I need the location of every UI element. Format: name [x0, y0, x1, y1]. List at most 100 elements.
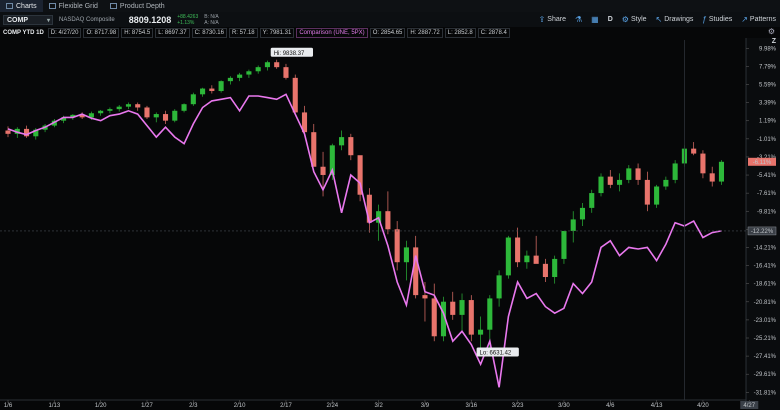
- x-tick-label: 1/6: [4, 403, 13, 409]
- candle-body: [190, 94, 196, 105]
- tab-flexible-grid-label: Flexible Grid: [58, 2, 98, 10]
- change-percent: +1.13%: [177, 19, 195, 26]
- candle-body: [450, 301, 456, 315]
- tab-charts-label: Charts: [16, 2, 37, 10]
- x-tick-label: 4/20: [697, 403, 709, 409]
- timeframe-label: D: [607, 16, 613, 23]
- candle-body: [598, 176, 604, 194]
- share-label: Share: [547, 16, 566, 23]
- candle-body: [413, 247, 419, 296]
- cmp-high: H: 2887.72: [407, 27, 443, 38]
- candle-body: [579, 207, 586, 220]
- info-bar: COMP YTD 1D D: 4/27/20 O: 8717.98 H: 875…: [0, 27, 780, 38]
- x-tick-label: 2/3: [189, 403, 198, 409]
- price-chart[interactable]: 9.98%7.79%5.59%3.39%1.19%-1.01%-3.21%-5.…: [0, 0, 780, 410]
- tab-product-depth[interactable]: Product Depth: [104, 0, 171, 12]
- candle-body: [292, 77, 298, 113]
- candle-body: [125, 104, 132, 107]
- y-tick-label: -7.61%: [757, 191, 777, 197]
- candle-body: [283, 67, 289, 78]
- y-tick-label: -31.81%: [754, 390, 777, 396]
- bar-open: O: 8717.98: [83, 27, 120, 38]
- y-tick-label: -1.01%: [757, 137, 777, 143]
- timeframe-button[interactable]: D: [608, 16, 613, 23]
- x-tick-label: 3/9: [421, 403, 430, 409]
- layout-button[interactable]: ▦: [591, 15, 599, 24]
- y-tick-label: 3.39%: [759, 101, 777, 107]
- candle-body: [394, 229, 400, 263]
- last-price: 8809.1208: [128, 14, 172, 25]
- price-change: +88.4263 +1.13%: [177, 14, 198, 26]
- x-tick-label: 4/13: [651, 403, 663, 409]
- candle-body: [478, 329, 484, 335]
- y-tick-label: -18.61%: [754, 282, 777, 288]
- candle-body: [422, 295, 428, 299]
- x-tick-label: 1/27: [141, 403, 153, 409]
- candle-body: [227, 77, 233, 82]
- cmp-low: L: 2852.8: [444, 27, 476, 38]
- zoom-icon[interactable]: Z: [772, 38, 776, 45]
- candle-body: [487, 298, 493, 330]
- bar-close: C: 8730.16: [191, 27, 227, 38]
- candle-body: [320, 166, 326, 175]
- candle-body: [672, 163, 678, 180]
- x-tick-label: 2/10: [234, 403, 246, 409]
- x-tick-label: 3/30: [558, 403, 570, 409]
- candle-body: [626, 168, 632, 180]
- candle-body: [589, 193, 595, 208]
- cmp-open: O: 2854.65: [369, 27, 406, 38]
- toolbar-actions: ⇪ Share ⚗ ▦ D ⚙ Style ↖ Drawings ƒ Studies ↗…: [539, 12, 776, 27]
- style-button[interactable]: ⚙ Style: [622, 15, 647, 24]
- patterns-label: Patterns: [749, 16, 776, 23]
- ask-value: A: N/A: [204, 19, 219, 26]
- gear-icon: ⚙: [621, 15, 629, 24]
- candle-body: [607, 176, 613, 185]
- y-tick-label: -9.81%: [757, 209, 777, 215]
- candle-body: [570, 219, 576, 231]
- y-tick-label: -25.21%: [754, 336, 777, 342]
- candle-body: [533, 255, 539, 264]
- y-tick-label: 1.19%: [759, 119, 777, 125]
- x-tick-label: 3/2: [374, 403, 383, 409]
- share-button[interactable]: ⇪ Share: [539, 15, 566, 24]
- candle-body: [237, 74, 243, 78]
- drawings-button[interactable]: ↖ Drawings: [656, 15, 694, 24]
- x-tick-label: 2/17: [280, 403, 292, 409]
- candle-body: [172, 110, 178, 121]
- candle-body: [339, 137, 345, 146]
- share-icon: ⇪: [538, 15, 546, 24]
- y-tick-label: -27.41%: [754, 354, 777, 360]
- patterns-button[interactable]: ↗ Patterns: [741, 15, 776, 24]
- drawings-label: Drawings: [664, 16, 694, 23]
- candle-body: [468, 300, 474, 335]
- candle-body: [496, 275, 502, 299]
- y-tick-label: -23.01%: [754, 318, 777, 324]
- bid-ask: B: N/A A: N/A: [204, 14, 218, 26]
- y-tick-label: 7.79%: [759, 64, 777, 70]
- cursor-icon: ↖: [655, 15, 663, 24]
- tab-flexible-grid[interactable]: Flexible Grid: [43, 0, 104, 12]
- layout-icon: ▦: [591, 15, 599, 24]
- candle-body: [515, 237, 521, 263]
- y-tick-label: -5.41%: [757, 173, 777, 179]
- symbol-input[interactable]: COMP ▾: [3, 14, 53, 26]
- symbol-description: NASDAQ Composite: [59, 16, 115, 23]
- candle-body: [552, 258, 558, 278]
- candle-body: [403, 247, 409, 263]
- studies-button[interactable]: ƒ Studies: [702, 15, 732, 24]
- candle-body: [366, 194, 372, 223]
- flask-button[interactable]: ⚗: [575, 15, 582, 24]
- chart-settings-icon[interactable]: ⚙: [768, 27, 775, 36]
- candle-body: [255, 67, 261, 72]
- cmp-value-text: -12.22%: [751, 229, 774, 235]
- bar-y: Y: 7981.31: [259, 27, 295, 38]
- chevron-down-icon[interactable]: ▾: [47, 16, 50, 26]
- candle-body: [700, 153, 706, 174]
- candle-body: [542, 263, 548, 278]
- candle-body: [459, 300, 465, 315]
- comparison-label[interactable]: Comparison (UNE, 5PX): [296, 27, 368, 38]
- candle-body: [116, 106, 122, 110]
- tab-charts[interactable]: Charts: [0, 0, 43, 12]
- flask-icon: ⚗: [574, 15, 583, 24]
- candle-body: [431, 298, 437, 337]
